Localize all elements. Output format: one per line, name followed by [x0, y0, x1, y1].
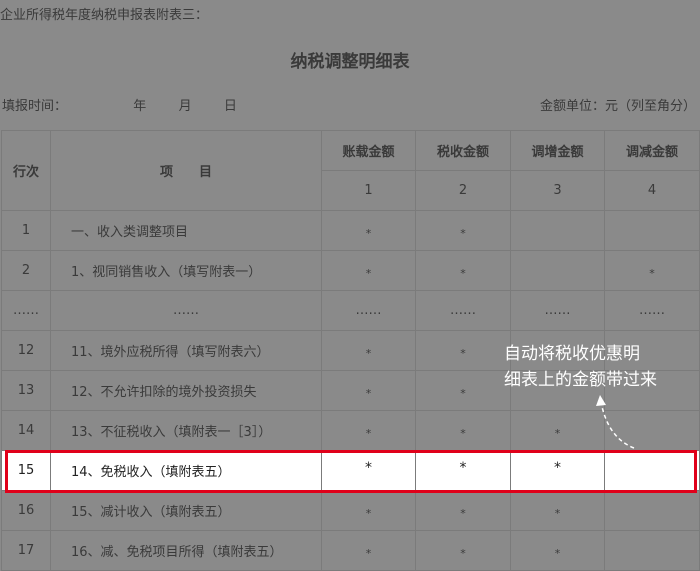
cell-decrease-amount: ……	[604, 290, 700, 331]
cell-decrease-amount[interactable]	[604, 210, 700, 251]
annotation-line: 自动将税收优惠明	[504, 344, 640, 364]
row-number: 13	[1, 370, 51, 411]
table-row: 1 一、收入类调整项目 * *	[1, 210, 700, 251]
col-header-book-amount: 账载金额	[321, 130, 416, 171]
cell-book-amount[interactable]: *	[321, 250, 416, 291]
cell-tax-amount[interactable]: *	[415, 490, 511, 531]
row-number: 17	[1, 530, 51, 571]
col-number: 3	[510, 170, 605, 211]
cell-book-amount[interactable]: *	[321, 450, 416, 491]
table-row: 2 1、视同销售收入（填写附表一） * * *	[1, 250, 700, 291]
row-item: 13、不征税收入（填附表一［3］）	[50, 410, 322, 451]
col-number: 1	[321, 170, 416, 211]
row-number: ……	[1, 290, 51, 331]
amount-unit: 金额单位：元（列至角分）	[539, 99, 696, 114]
row-item: 15、减计收入（填附表五）	[50, 490, 322, 531]
annotation-line: 细表上的金额带过来	[504, 370, 657, 390]
cell-tax-amount[interactable]: *	[415, 330, 511, 371]
table-row: 17 16、减、免税项目所得（填附表五） * * *	[1, 530, 700, 571]
row-item: 12、不允许扣除的境外投资损失	[50, 370, 322, 411]
form-caption: 企业所得税年度纳税申报表附表三：	[0, 8, 209, 23]
cell-tax-amount[interactable]: *	[415, 250, 511, 291]
col-header-decrease-amount: 调减金额	[604, 130, 700, 171]
cell-book-amount[interactable]: *	[321, 330, 416, 371]
cell-tax-amount[interactable]: *	[415, 530, 511, 571]
cell-increase-amount[interactable]: *	[510, 530, 605, 571]
cell-decrease-amount[interactable]	[604, 530, 700, 571]
cell-increase-amount[interactable]: *	[510, 490, 605, 531]
cell-increase-amount[interactable]: *	[510, 450, 605, 491]
col-header-item: 项 目	[50, 130, 322, 211]
cell-book-amount[interactable]: *	[321, 370, 416, 411]
col-number: 2	[415, 170, 511, 211]
fill-date: 填报时间： 年 月 日	[2, 95, 237, 114]
col-number: 4	[604, 170, 700, 211]
cell-decrease-amount[interactable]	[604, 450, 700, 491]
cell-book-amount[interactable]: *	[321, 410, 416, 451]
row-number: 12	[1, 330, 51, 371]
cell-tax-amount[interactable]: *	[415, 210, 511, 251]
row-number: 2	[1, 250, 51, 291]
fill-date-label: 填报时间：	[2, 99, 68, 114]
row-number: 15	[1, 450, 51, 491]
table-row: 16 15、减计收入（填附表五） * * *	[1, 490, 700, 531]
dashed-arrow-icon	[596, 395, 635, 449]
table-row: …… …… …… …… …… ……	[1, 290, 700, 331]
day-label: 日	[223, 99, 237, 114]
cell-book-amount[interactable]: *	[321, 210, 416, 251]
row-item: 一、收入类调整项目	[50, 210, 322, 251]
cell-tax-amount[interactable]: *	[415, 450, 511, 491]
row-item: 1、视同销售收入（填写附表一）	[50, 250, 322, 291]
cell-increase-amount: ……	[510, 290, 605, 331]
row-number: 14	[1, 410, 51, 451]
row-item: ……	[50, 290, 322, 331]
cell-tax-amount[interactable]: *	[415, 370, 511, 411]
row-item: 16、减、免税项目所得（填附表五）	[50, 530, 322, 571]
row-item: 11、境外应税所得（填写附表六）	[50, 330, 322, 371]
col-header-tax-amount: 税收金额	[415, 130, 511, 171]
cell-increase-amount[interactable]	[510, 250, 605, 291]
year-label: 年	[133, 99, 147, 114]
form-title: 纳税调整明细表	[290, 52, 410, 72]
row-number: 1	[1, 210, 51, 251]
cell-increase-amount[interactable]	[510, 210, 605, 251]
cell-tax-amount[interactable]: *	[415, 410, 511, 451]
cell-decrease-amount[interactable]	[604, 490, 700, 531]
cell-book-amount[interactable]: *	[321, 490, 416, 531]
col-header-row-no: 行次	[1, 130, 51, 211]
cell-tax-amount: ……	[415, 290, 511, 331]
row-number: 16	[1, 490, 51, 531]
annotation-callout: 自动将税收优惠明 细表上的金额带过来	[504, 341, 657, 393]
row-item: 14、免税收入（填附表五）	[50, 450, 322, 491]
cell-book-amount: ……	[321, 290, 416, 331]
table-row-highlighted: 15 14、免税收入（填附表五） * * *	[1, 450, 700, 491]
cell-decrease-amount[interactable]: *	[604, 250, 700, 291]
cell-book-amount[interactable]: *	[321, 530, 416, 571]
month-label: 月	[178, 99, 192, 114]
col-header-increase-amount: 调增金额	[510, 130, 605, 171]
